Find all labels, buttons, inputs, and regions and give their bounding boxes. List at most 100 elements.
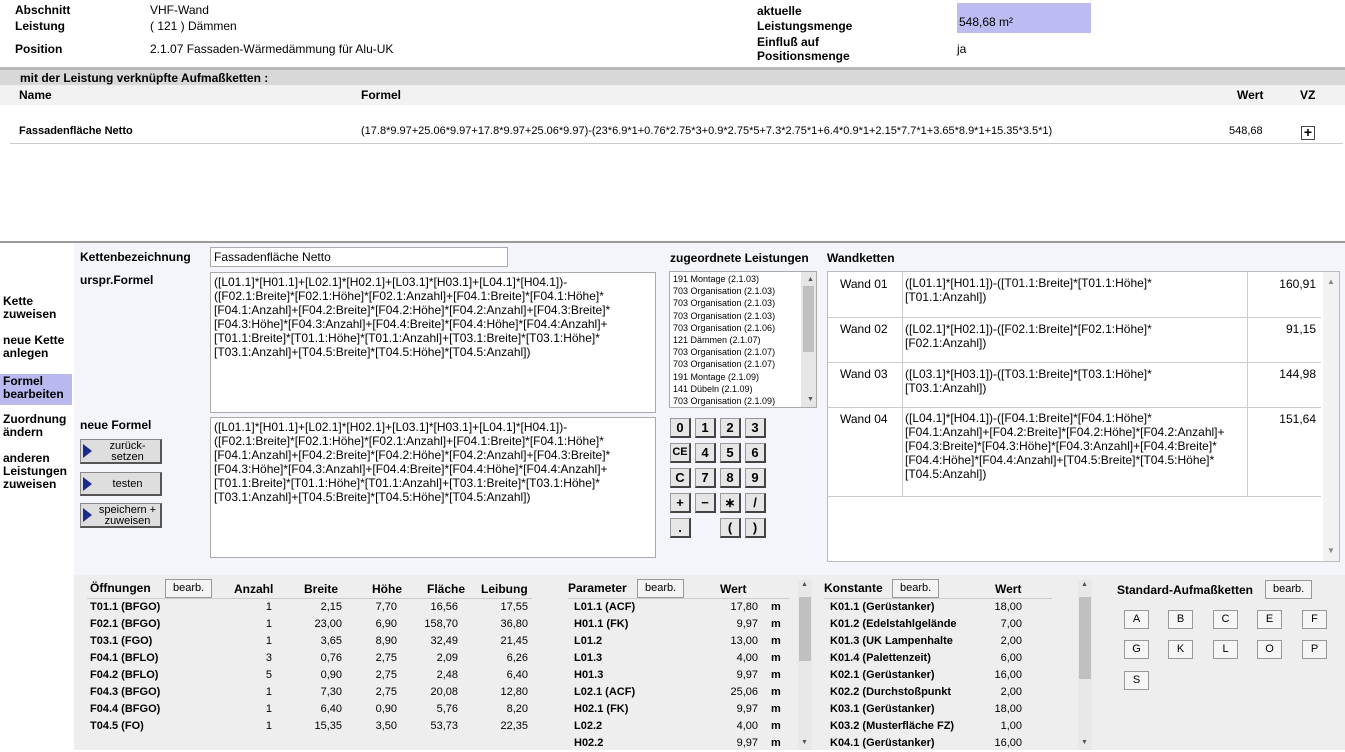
standard-chain-k[interactable]: K [1168, 640, 1193, 659]
standard-chain-f[interactable]: F [1302, 610, 1327, 629]
wand-row[interactable]: Wand 04 ([L04.1]*[H04.1])-([F04.1:Breite… [828, 408, 1321, 497]
table-row[interactable]: F04.2 (BFLO) 5 0,90 2,75 2,48 6,40 [90, 667, 540, 684]
key-7[interactable]: 7 [695, 468, 716, 488]
table-row[interactable]: T03.1 (FGO) 1 3,65 8,90 32,49 21,45 [90, 633, 540, 650]
assigned-scrollbar[interactable]: ▲ ▼ [801, 272, 816, 407]
urspr-formel-textarea[interactable]: ([L01.1]*[H01.1]+[L02.1]*[H02.1]+[L03.1]… [210, 272, 656, 413]
table-row[interactable]: K03.1 (Gerüstanker) 18,00 [830, 701, 1025, 718]
table-row[interactable]: K01.2 (Edelstahlgelände 7,00 [830, 616, 1025, 633]
table-row[interactable]: T01.1 (BFGO) 1 2,15 7,70 16,56 17,55 [90, 599, 540, 616]
sidebar-item-neue-kette[interactable]: neue Kette anlegen [0, 334, 72, 362]
list-item[interactable]: 703 Organisation (2.1.03) [670, 285, 816, 297]
standard-edit-button[interactable]: bearb. [1265, 580, 1313, 599]
table-row[interactable]: F04.1 (BFLO) 3 0,76 2,75 2,09 6,26 [90, 650, 540, 667]
scrollbar-thumb[interactable] [799, 597, 811, 661]
table-row[interactable]: H01.3 9,97 m [574, 667, 784, 684]
assigned-listbox[interactable]: 191 Montage (2.1.03) 703 Organisation (2… [669, 271, 817, 408]
table-row[interactable]: K01.3 (UK Lampenhalte 2,00 [830, 633, 1025, 650]
key-close-paren[interactable]: ) [745, 518, 766, 538]
col-wert: Wert [1237, 88, 1264, 102]
key-open-paren[interactable]: ( [720, 518, 741, 538]
neue-formel-textarea[interactable]: ([L01.1]*[H01.1]+[L02.1]*[H02.1]+[L03.1]… [210, 417, 656, 558]
list-item[interactable]: 121 Dämmen (2.1.07) [670, 334, 816, 346]
parameter-scrollbar[interactable]: ▲ ▼ [798, 580, 812, 750]
key-2[interactable]: 2 [720, 418, 741, 438]
list-item[interactable]: 703 Organisation (2.1.07) [670, 346, 816, 358]
standard-chain-c[interactable]: C [1213, 610, 1238, 629]
table-row[interactable]: F04.4 (BFGO) 1 6,40 0,90 5,76 8,20 [90, 701, 540, 718]
standard-chain-a[interactable]: A [1124, 610, 1149, 629]
table-row[interactable]: H02.1 (FK) 9,97 m [574, 701, 784, 718]
parameter-edit-button[interactable]: bearb. [637, 579, 685, 598]
table-row[interactable]: K04.1 (Gerüstanker) 16,00 [830, 735, 1025, 752]
konstante-scrollbar[interactable]: ▲ ▼ [1078, 580, 1092, 750]
key-0[interactable]: 0 [670, 418, 691, 438]
key-minus[interactable]: − [695, 493, 716, 513]
reset-button[interactable]: zurück- setzen [80, 439, 162, 464]
list-item[interactable]: 703 Organisation (2.1.03) [670, 310, 816, 322]
key-6[interactable]: 6 [745, 443, 766, 463]
standard-chain-o[interactable]: O [1257, 640, 1282, 659]
wand-row[interactable]: Wand 03 ([L03.1]*[H03.1])-([T03.1:Breite… [828, 363, 1321, 408]
table-row[interactable]: H01.1 (FK) 9,97 m [574, 616, 784, 633]
table-row[interactable]: F04.3 (BFGO) 1 7,30 2,75 20,08 12,80 [90, 684, 540, 701]
standard-chain-b[interactable]: B [1168, 610, 1193, 629]
key-plus[interactable]: + [670, 493, 691, 513]
key-multiply[interactable]: ∗ [720, 493, 741, 513]
list-item[interactable]: 703 Organisation (2.1.03) [670, 297, 816, 309]
list-item[interactable]: 191 Montage (2.1.09) [670, 371, 816, 383]
konstante-edit-button[interactable]: bearb. [892, 579, 940, 598]
key-4[interactable]: 4 [695, 443, 716, 463]
table-row[interactable]: T04.5 (FO) 1 15,35 3,50 53,73 22,35 [90, 718, 540, 735]
list-item[interactable]: 141 Dübeln (2.1.09) [670, 383, 816, 395]
table-row[interactable]: K01.4 (Palettenzeit) 6,00 [830, 650, 1025, 667]
scrollbar-thumb[interactable] [803, 286, 814, 352]
sidebar-item-formel-bearbeiten[interactable]: Formel bearbeiten [0, 374, 72, 405]
key-3[interactable]: 3 [745, 418, 766, 438]
table-row[interactable]: K02.2 (Durchstoßpunkt 2,00 [830, 684, 1025, 701]
table-row[interactable]: L02.1 (ACF) 25,06 m [574, 684, 784, 701]
standard-chain-l[interactable]: L [1213, 640, 1238, 659]
list-item[interactable]: 703 Organisation (2.1.06) [670, 322, 816, 334]
key-dot[interactable]: . [670, 518, 691, 538]
oeffnungen-edit-button[interactable]: bearb. [165, 579, 213, 598]
sidebar-item-zuordnung-aendern[interactable]: Zuordnung ändern [0, 413, 72, 441]
table-row[interactable]: L01.2 13,00 m [574, 633, 784, 650]
table-row[interactable]: L02.2 4,00 m [574, 718, 784, 735]
standard-chain-s[interactable]: S [1124, 671, 1149, 690]
key-8[interactable]: 8 [720, 468, 741, 488]
wand-row[interactable]: Wand 01 ([L01.1]*[H01.1])-([T01.1:Breite… [828, 272, 1321, 318]
sidebar-item-andere-leistungen[interactable]: anderen Leistungen zuweisen [0, 452, 72, 494]
key-c[interactable]: C [670, 468, 691, 488]
scroll-down-icon[interactable]: ▼ [1327, 546, 1335, 555]
sidebar-item-kette-zuweisen[interactable]: Kette zuweisen [0, 295, 72, 323]
scroll-up-icon[interactable]: ▲ [1327, 277, 1335, 286]
key-5[interactable]: 5 [720, 443, 741, 463]
test-button[interactable]: testen [80, 472, 162, 496]
add-vz-button[interactable]: + [1301, 125, 1315, 140]
kettenbez-input[interactable] [210, 247, 508, 267]
standard-chain-e[interactable]: E [1257, 610, 1282, 629]
chain-row[interactable]: Fassadenfläche Netto (17.8*9.97+25.06*9.… [0, 118, 1345, 144]
table-row[interactable]: K02.1 (Gerüstanker) 16,00 [830, 667, 1025, 684]
table-row[interactable]: H02.2 9,97 m [574, 735, 784, 752]
save-assign-button[interactable]: speichern + zuweisen [80, 503, 162, 528]
table-row[interactable]: L01.3 4,00 m [574, 650, 784, 667]
key-1[interactable]: 1 [695, 418, 716, 438]
table-row[interactable]: K03.2 (Musterfläche FZ) 1,00 [830, 718, 1025, 735]
wandketten-scrollbar[interactable]: ▲ ▼ [1323, 272, 1339, 561]
scrollbar-thumb[interactable] [1079, 597, 1091, 679]
key-ce[interactable]: CE [670, 443, 691, 463]
key-9[interactable]: 9 [745, 468, 766, 488]
key-divide[interactable]: / [745, 493, 766, 513]
table-row[interactable]: F02.1 (BFGO) 1 23,00 6,90 158,70 36,80 [90, 616, 540, 633]
list-item[interactable]: 703 Organisation (2.1.07) [670, 358, 816, 370]
table-row[interactable]: L01.1 (ACF) 17,80 m [574, 599, 784, 616]
standard-chain-g[interactable]: G [1124, 640, 1149, 659]
list-item[interactable]: 703 Organisation (2.1.09) [670, 395, 816, 407]
wand-value: 91,15 [1285, 322, 1316, 336]
standard-chain-p[interactable]: P [1302, 640, 1327, 659]
table-row[interactable]: K01.1 (Gerüstanker) 18,00 [830, 599, 1025, 616]
list-item[interactable]: 191 Montage (2.1.03) [670, 273, 816, 285]
wand-row[interactable]: Wand 02 ([L02.1]*[H02.1])-([F02.1:Breite… [828, 318, 1321, 363]
